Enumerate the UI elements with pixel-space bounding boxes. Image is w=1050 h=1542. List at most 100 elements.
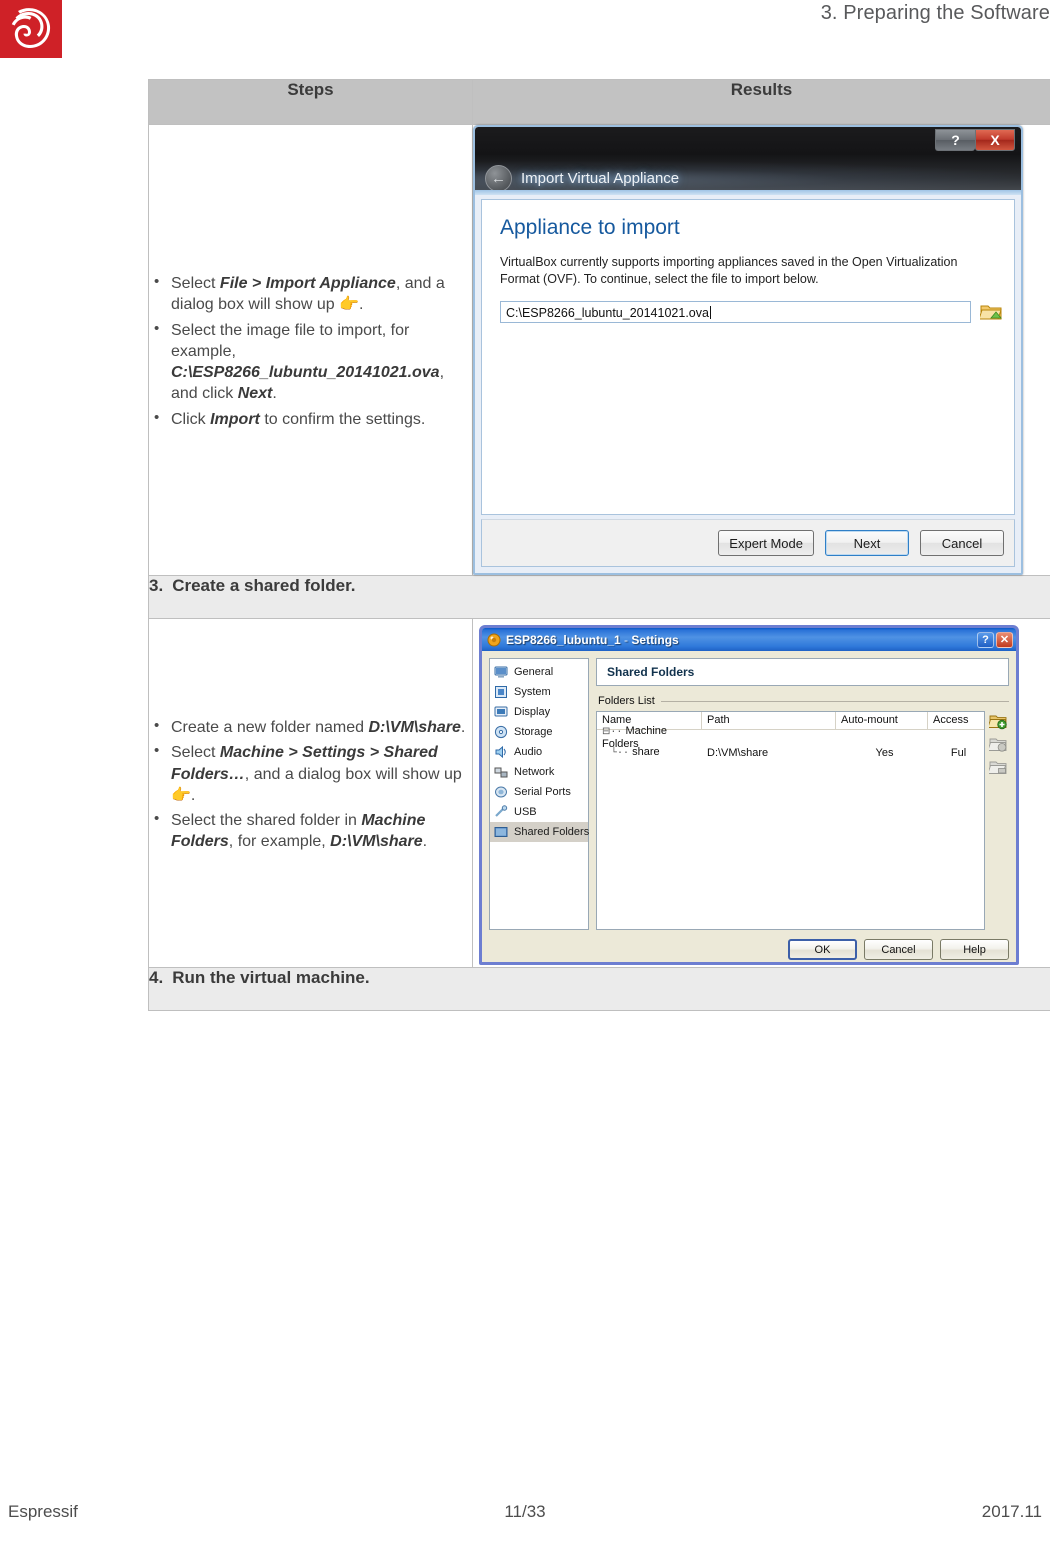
pointing-hand-icon: 👉: [171, 786, 191, 804]
network-icon: [494, 767, 508, 778]
folders-list-group-label: Folders List: [598, 695, 1009, 707]
tree-expander-icon[interactable]: ⊟··: [602, 727, 622, 738]
settings-sidebar-item-usb[interactable]: USB: [490, 802, 588, 822]
steps-cell-shared-folder: Create a new folder named D:\VM\share. Se…: [148, 618, 473, 968]
steps-bullet-list-import: Select File > Import Appliance, and a di…: [149, 272, 472, 430]
folders-column-header-access[interactable]: Access: [928, 712, 984, 729]
settings-sidebar-label: Serial Ports: [514, 786, 571, 798]
settings-sidebar-item-network[interactable]: Network: [490, 762, 588, 782]
steps-results-table: Steps Results Select File > Import Appli…: [148, 79, 1050, 1011]
virtualbox-icon: [487, 633, 501, 646]
close-button[interactable]: X: [975, 129, 1015, 151]
appliance-path-row: C:\ESP8266_lubuntu_20141021.ova: [482, 289, 1014, 323]
step-text: , for example,: [228, 833, 331, 851]
settings-sidebar-label: USB: [514, 806, 537, 818]
settings-window-controls: ? ✕: [977, 631, 1013, 648]
section-number: 4.: [149, 968, 164, 987]
step-text: .: [359, 296, 364, 314]
settings-sidebar-label: Audio: [514, 746, 543, 758]
settings-sidebar-item-storage[interactable]: Storage: [490, 722, 588, 742]
group-label-text: Folders List: [598, 695, 655, 707]
dialog-heading: Appliance to import: [500, 216, 680, 239]
settings-titlebar[interactable]: ESP8266_lubuntu_1 - Settings ? ✕: [482, 628, 1016, 651]
step-emphasis: File > Import Appliance: [219, 275, 396, 292]
step-text: .: [422, 833, 428, 851]
remove-shared-folder-icon[interactable]: [989, 758, 1007, 776]
settings-sidebar-label: General: [514, 666, 554, 678]
settings-client-area: General System Display Storage Audio Network S…: [482, 651, 1016, 962]
folders-list-row[interactable]: └·· share D:\VM\share Yes Ful: [597, 745, 984, 760]
steps-cell-import: Select File > Import Appliance, and a di…: [148, 124, 473, 576]
settings-title-main: ESP8266_lubuntu_1: [506, 632, 621, 647]
settings-sidebar-item-audio[interactable]: Audio: [490, 742, 588, 762]
step-bullet: Select the shared folder in Machine Fold…: [154, 809, 472, 853]
import-virtual-appliance-dialog: ? X ← Import Virtual Appliance Appliance…: [473, 125, 1023, 575]
section-label: Run the virtual machine.: [172, 968, 370, 987]
dialog-description: VirtualBox currently supports importing …: [500, 255, 958, 287]
folders-column-header-path[interactable]: Path: [702, 712, 836, 729]
vm-settings-dialog: ESP8266_lubuntu_1 - Settings ? ✕ General…: [479, 625, 1019, 965]
pane-title: Shared Folders: [596, 658, 1009, 686]
edit-shared-folder-icon[interactable]: [989, 735, 1007, 753]
step-text: .: [460, 719, 466, 736]
folder-icon: [494, 827, 508, 837]
settings-close-button[interactable]: ✕: [996, 631, 1013, 648]
section-label: Create a shared folder.: [172, 576, 356, 595]
settings-title-sub: Settings: [631, 632, 679, 647]
step-text: , and a dialog box will show up: [244, 765, 462, 783]
step-emphasis: C:\ESP8266_lubuntu_20141021.ova: [171, 364, 440, 382]
step-bullet: Select Machine > Settings > Shared Folde…: [154, 741, 472, 806]
window-controls: ? X: [935, 129, 1015, 153]
table-row: Create a new folder named D:\VM\share. Se…: [148, 618, 1050, 968]
folders-list[interactable]: Name Path Auto-mount Access ⊟·· Machine Fol…: [596, 711, 985, 930]
next-button[interactable]: Next: [825, 530, 909, 556]
settings-help-button[interactable]: ?: [977, 631, 994, 648]
section-row-run-vm: 4. Run the virtual machine.: [148, 967, 1050, 1011]
help-button[interactable]: Help: [940, 939, 1009, 960]
appliance-path-input[interactable]: C:\ESP8266_lubuntu_20141021.ova: [500, 300, 971, 323]
dialog-titlebar[interactable]: ? X ← Import Virtual Appliance: [475, 127, 1021, 195]
step-text: Select: [171, 744, 220, 762]
chip-icon: [495, 686, 507, 698]
settings-sidebar-item-general[interactable]: General: [490, 662, 588, 682]
settings-sidebar-item-system[interactable]: System: [490, 682, 588, 702]
dialog-title: Import Virtual Appliance: [521, 170, 680, 187]
add-shared-folder-icon[interactable]: [989, 712, 1007, 730]
back-arrow-icon[interactable]: ←: [485, 165, 512, 192]
settings-main: General System Display Storage Audio Network S…: [489, 658, 1009, 930]
step-bullet: Click Import to confirm the settings.: [154, 408, 472, 430]
serial-port-icon: [495, 786, 507, 798]
disc-icon: [494, 725, 508, 739]
speaker-icon: [495, 745, 506, 759]
settings-button-bar: OK Cancel Help: [489, 939, 1009, 960]
table-row: Select File > Import Appliance, and a di…: [148, 124, 1050, 576]
settings-sidebar-item-shared-folders[interactable]: Shared Folders: [490, 822, 589, 842]
settings-sidebar-item-display[interactable]: Display: [490, 702, 588, 722]
folders-list-toolbar: [989, 711, 1009, 930]
folders-column-header-auto-mount[interactable]: Auto-mount: [836, 712, 928, 729]
help-button[interactable]: ?: [935, 129, 975, 151]
dialog-body: Appliance to import VirtualBox currently…: [481, 199, 1015, 515]
cancel-button[interactable]: Cancel: [920, 530, 1004, 556]
appliance-path-value: C:\ESP8266_lubuntu_20141021.ova: [506, 305, 709, 320]
table-header-row: Steps Results: [148, 79, 1050, 125]
expert-mode-button[interactable]: Expert Mode: [718, 530, 814, 556]
settings-pane: Shared Folders Folders List Name Path Auto…: [596, 658, 1009, 930]
settings-sidebar-label: Network: [514, 766, 555, 778]
display-icon: [494, 706, 508, 717]
cancel-button[interactable]: Cancel: [864, 939, 933, 960]
folder-path: D:\VM\share: [707, 746, 769, 759]
settings-sidebar-item-serial-ports[interactable]: Serial Ports: [490, 782, 588, 802]
ok-button[interactable]: OK: [788, 939, 857, 960]
step-text: to confirm the settings.: [259, 410, 426, 428]
step-text: .: [190, 786, 196, 804]
open-folder-icon[interactable]: [980, 302, 1002, 321]
titlebar-back-row: ← Import Virtual Appliance: [485, 165, 679, 192]
settings-title-sep: -: [620, 632, 632, 647]
monitor-icon: [494, 666, 508, 678]
step-bullet: Create a new folder named D:\VM\share.: [154, 716, 472, 738]
step-text: Select: [171, 275, 220, 292]
step-emphasis: D:\VM\share: [368, 719, 461, 736]
folders-list-row[interactable]: ⊟·· Machine Folders: [597, 725, 984, 750]
page-footer: Espressif 11/33 2017.11: [0, 1502, 1050, 1524]
